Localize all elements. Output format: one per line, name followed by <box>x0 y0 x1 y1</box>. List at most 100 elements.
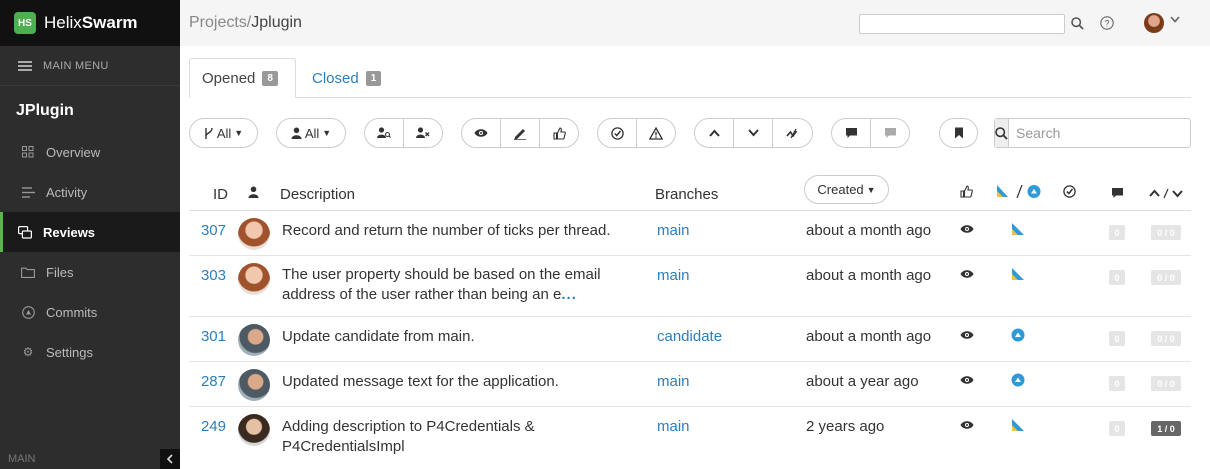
sidebar-footer: MAIN <box>0 449 180 469</box>
chevron-down-icon[interactable] <box>1170 14 1180 26</box>
avatar[interactable] <box>238 324 270 356</box>
review-id-link[interactable]: 301 <box>199 328 226 345</box>
vote-filter-group <box>694 118 813 148</box>
branch-filter-button[interactable]: All ▼ <box>190 119 257 147</box>
sidebar-item-settings[interactable]: ⚙ Settings <box>0 332 180 372</box>
tests-fail-filter-button[interactable] <box>637 119 675 147</box>
search-input[interactable] <box>1009 119 1197 147</box>
branch-link[interactable]: main <box>657 222 690 239</box>
table-row[interactable]: 249 Adding description to P4Credentials … <box>189 407 1191 469</box>
review-id-link[interactable]: 307 <box>199 222 226 239</box>
caret-down-icon: ▼ <box>866 184 876 195</box>
comment-filter-group <box>831 118 910 148</box>
review-description[interactable]: The user property should be based on the… <box>282 265 622 305</box>
review-description[interactable]: Update candidate from main. <box>282 327 622 347</box>
check-circle-icon <box>610 126 624 140</box>
tab-label: Opened <box>202 69 256 87</box>
thumbs-up-icon <box>552 126 566 140</box>
user-filter-button[interactable]: All ▼ <box>277 119 345 147</box>
sort-created-button[interactable]: Created ▼ <box>804 175 889 204</box>
avatar[interactable] <box>238 218 270 250</box>
search-icon[interactable] <box>1068 14 1086 32</box>
brand[interactable]: HS HelixSwarm <box>0 0 180 46</box>
tests-pass-filter-button[interactable] <box>598 119 637 147</box>
global-search-input[interactable] <box>859 14 1065 34</box>
user-remove-icon <box>416 127 430 138</box>
brand-name: HelixSwarm <box>44 13 138 32</box>
voted-down-filter-button[interactable] <box>734 119 773 147</box>
review-id-link[interactable]: 303 <box>199 267 226 284</box>
main-menu-toggle[interactable]: MAIN MENU <box>0 46 180 86</box>
review-id-link[interactable]: 249 <box>199 418 226 435</box>
no-reviewer-button[interactable] <box>404 119 442 147</box>
avatar[interactable] <box>238 263 270 295</box>
sidebar-item-label: Commits <box>46 304 98 320</box>
sidebar-item-reviews[interactable]: Reviews <box>0 212 180 252</box>
help-icon[interactable]: ? <box>1098 14 1116 32</box>
voted-up-filter-button[interactable] <box>695 119 734 147</box>
avatar[interactable] <box>238 414 270 446</box>
needs-revision-state-icon <box>1011 328 1025 342</box>
reviews-icon <box>18 225 32 239</box>
check-circle-icon <box>1063 185 1076 202</box>
needs-review-state-icon <box>1012 223 1024 235</box>
review-id-link[interactable]: 287 <box>199 373 226 390</box>
eye-icon <box>960 331 974 339</box>
sidebar-item-commits[interactable]: Commits <box>0 292 180 332</box>
warning-icon <box>649 126 663 140</box>
tab-opened[interactable]: Opened 8 <box>189 58 296 98</box>
eye-icon <box>474 129 488 137</box>
breadcrumb-root[interactable]: Projects/ <box>189 14 251 31</box>
expand-description-link[interactable]: ... <box>561 286 577 303</box>
author-column-icon <box>248 185 259 202</box>
no-comments-filter-button[interactable] <box>871 119 909 147</box>
grid-icon <box>21 145 35 159</box>
pencil-icon <box>514 128 526 140</box>
count-badge: 1 <box>365 70 382 86</box>
state-column-icons <box>996 184 1042 203</box>
votes-column-icon <box>1149 186 1185 203</box>
avatar[interactable] <box>238 369 270 401</box>
collapse-sidebar-button[interactable] <box>160 449 180 469</box>
table-row[interactable]: 303 The user property should be based on… <box>189 256 1191 317</box>
count-badge: 8 <box>262 70 278 86</box>
created-time: about a month ago <box>806 222 932 239</box>
created-time: about a month ago <box>806 267 932 284</box>
comment-count-badge: 0 <box>1109 331 1125 346</box>
sidebar-item-files[interactable]: Files <box>0 252 180 292</box>
chevron-left-icon <box>166 454 173 464</box>
user-avatar[interactable] <box>1144 13 1164 33</box>
branch-link[interactable]: main <box>657 418 690 435</box>
tab-label: Closed <box>312 69 359 87</box>
branch-link[interactable]: main <box>657 373 690 390</box>
branch-link[interactable]: candidate <box>657 328 722 345</box>
review-description[interactable]: Updated message text for the application… <box>282 372 622 392</box>
sidebar-item-label: Overview <box>46 144 101 160</box>
search-icon[interactable] <box>995 119 1009 147</box>
review-description[interactable]: Record and return the number of ticks pe… <box>282 221 622 241</box>
bookmark-filter-button[interactable] <box>940 119 977 147</box>
column-id[interactable]: ID <box>213 186 228 203</box>
svg-text:?: ? <box>1104 19 1109 29</box>
table-row[interactable]: 287 Updated message text for the applica… <box>189 362 1191 407</box>
bookmark-icon <box>954 127 963 139</box>
sidebar-item-overview[interactable]: Overview <box>0 132 180 172</box>
tab-closed[interactable]: Closed 1 <box>312 58 382 98</box>
branch-link[interactable]: main <box>657 267 690 284</box>
review-description[interactable]: Adding description to P4Credentials & P4… <box>282 417 622 457</box>
has-comments-filter-button[interactable] <box>832 119 871 147</box>
table-row[interactable]: 301 Update candidate from main. candidat… <box>189 317 1191 362</box>
needs-revision-filter-button[interactable] <box>501 119 540 147</box>
needs-review-filter-button[interactable] <box>462 119 501 147</box>
approved-filter-button[interactable] <box>540 119 578 147</box>
reviewer-search-button[interactable] <box>365 119 404 147</box>
not-voted-filter-button[interactable] <box>773 119 812 147</box>
project-name[interactable]: JPlugin <box>0 86 180 132</box>
needs-review-state-icon <box>1012 419 1024 431</box>
votes-badge: 0 / 0 <box>1151 331 1181 346</box>
sidebar-item-activity[interactable]: Activity <box>0 172 180 212</box>
votes-badge: 0 / 0 <box>1151 225 1181 240</box>
table-row[interactable]: 307 Record and return the number of tick… <box>189 211 1191 256</box>
comment-icon <box>845 128 857 138</box>
gear-icon: ⚙ <box>22 345 34 359</box>
